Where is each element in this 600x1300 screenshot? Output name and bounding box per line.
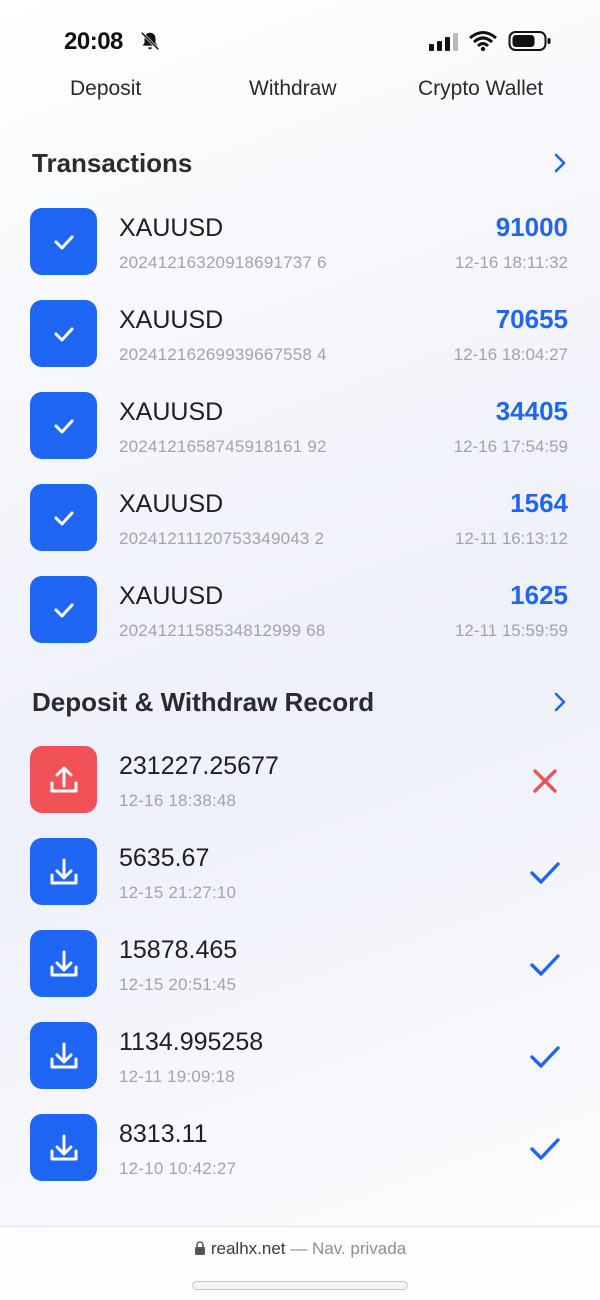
record-row[interactable]: 231227.25677 12-16 18:38:48 (30, 746, 570, 814)
transaction-row[interactable]: XAUUSD 20241216320918691737 6 91000 12-1… (30, 208, 570, 276)
private-mode-label: — Nav. privada (290, 1239, 407, 1258)
checkmark-icon (30, 576, 97, 643)
record-row[interactable]: 5635.67 12-15 21:27:10 (30, 838, 570, 906)
checkmark-icon (530, 954, 560, 976)
record-amount: 8313.11 (119, 1120, 208, 1148)
record-time: 12-11 19:09:18 (119, 1067, 235, 1086)
transaction-amount: 1564 (510, 488, 568, 518)
transaction-row[interactable]: XAUUSD 20241211120753349043 2 1564 12-11… (30, 484, 570, 552)
transactions-title: Transactions (32, 148, 193, 178)
transaction-symbol: XAUUSD (119, 582, 224, 610)
transaction-symbol: XAUUSD (119, 214, 224, 242)
top-tabs: Deposit Withdraw Crypto Wallet (0, 72, 600, 112)
checkmark-icon (30, 484, 97, 551)
transaction-symbol: XAUUSD (119, 306, 224, 334)
record-amount: 15878.465 (119, 936, 238, 964)
transaction-row[interactable]: XAUUSD 2024121158534812999 68 1625 12-11… (30, 576, 570, 644)
record-time: 12-15 20:51:45 (119, 975, 237, 994)
transaction-time: 12-16 18:11:32 (454, 253, 568, 272)
wifi-icon (469, 31, 497, 52)
record-row[interactable]: 15878.465 12-15 20:51:45 (30, 930, 570, 998)
transaction-order-id: 2024121158534812999 68 (119, 621, 326, 640)
transaction-row[interactable]: XAUUSD 2024121658745918161 92 34405 12-1… (30, 392, 570, 460)
status-time: 20:08 (64, 28, 123, 55)
lock-icon (194, 1241, 205, 1255)
record-row[interactable]: 1134.995258 12-11 19:09:18 (30, 1022, 570, 1090)
transaction-amount: 70655 (495, 304, 568, 334)
transaction-amount: 91000 (495, 212, 568, 242)
checkmark-icon (530, 1046, 560, 1068)
record-amount: 5635.67 (119, 844, 210, 872)
transaction-symbol: XAUUSD (119, 398, 224, 426)
cellular-signal-icon (429, 31, 458, 51)
battery-icon (508, 31, 551, 51)
transaction-time: 12-16 18:04:27 (453, 345, 568, 364)
chevron-right-icon[interactable] (548, 151, 572, 175)
checkmark-icon (30, 208, 97, 275)
status-indicators (429, 30, 552, 52)
tab-withdraw[interactable]: Withdraw (249, 77, 337, 101)
url-domain: realhx.net (210, 1239, 286, 1258)
tab-deposit[interactable]: Deposit (70, 77, 141, 101)
transaction-symbol: XAUUSD (119, 490, 224, 518)
checkmark-icon (530, 1138, 560, 1160)
chevron-right-icon[interactable] (548, 690, 572, 714)
transaction-order-id: 20241211120753349043 2 (119, 529, 325, 548)
transaction-order-id: 20241216269939667558 4 (119, 345, 327, 364)
download-icon (30, 1114, 97, 1181)
transaction-time: 12-11 16:13:12 (454, 529, 568, 548)
checkmark-icon (30, 300, 97, 367)
transaction-row[interactable]: XAUUSD 20241216269939667558 4 70655 12-1… (30, 300, 570, 368)
x-mark-icon (533, 769, 557, 793)
bell-muted-icon (140, 31, 160, 51)
record-row[interactable]: 8313.11 12-10 10:42:27 (30, 1114, 570, 1182)
transaction-amount: 1625 (510, 580, 568, 610)
record-time: 12-15 21:27:10 (119, 883, 237, 902)
checkmark-icon (530, 862, 560, 884)
browser-bar: realhx.net — Nav. privada (0, 1226, 600, 1300)
transaction-order-id: 20241216320918691737 6 (119, 253, 327, 272)
record-amount: 231227.25677 (119, 752, 279, 780)
record-time: 12-10 10:42:27 (119, 1159, 237, 1178)
url-display[interactable]: realhx.net — Nav. privada (0, 1239, 600, 1259)
transaction-time: 12-11 15:59:59 (454, 621, 568, 640)
download-icon (30, 838, 97, 905)
records-header[interactable]: Deposit & Withdraw Record (32, 683, 572, 723)
transaction-time: 12-16 17:54:59 (453, 437, 568, 456)
checkmark-icon (30, 392, 97, 459)
download-icon (30, 930, 97, 997)
tab-crypto-wallet[interactable]: Crypto Wallet (418, 77, 543, 101)
upload-icon (30, 746, 97, 813)
records-title: Deposit & Withdraw Record (32, 687, 375, 717)
transaction-amount: 34405 (495, 396, 568, 426)
transaction-order-id: 2024121658745918161 92 (119, 437, 327, 456)
home-indicator[interactable] (192, 1281, 408, 1290)
record-time: 12-16 18:38:48 (119, 791, 237, 810)
status-bar: 20:08 (0, 0, 600, 72)
download-icon (30, 1022, 97, 1089)
record-amount: 1134.995258 (119, 1028, 264, 1056)
transactions-header[interactable]: Transactions (32, 144, 572, 184)
